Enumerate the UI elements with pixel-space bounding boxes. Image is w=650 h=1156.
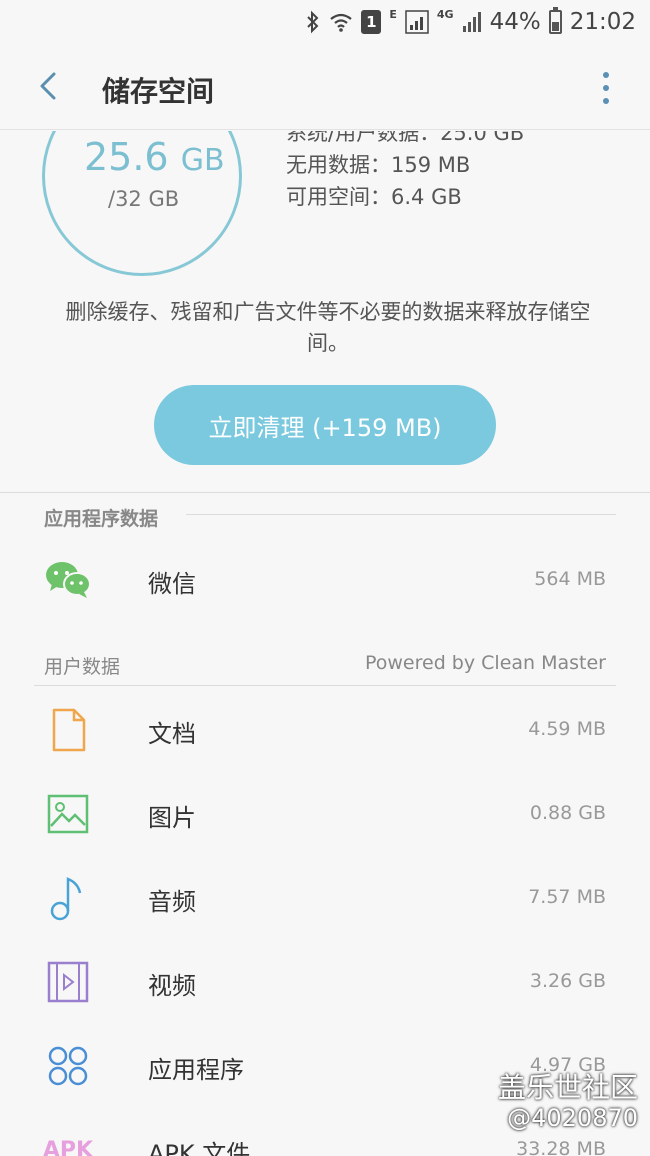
storage-stats: 系统/用户数据：25.0 GB 无用数据：159 MB 可用空间：6.4 GB (286, 131, 524, 213)
wifi-icon (329, 11, 353, 33)
item-name: 图片 (148, 804, 196, 832)
app-data-header: 应用程序数据 (44, 508, 159, 530)
item-name: 视频 (148, 972, 196, 1000)
video-icon (44, 960, 92, 1004)
item-size: 4.59 MB (528, 718, 606, 740)
apps-grid-icon (44, 1044, 92, 1088)
item-size: 3.26 GB (529, 970, 606, 992)
stat-junk: 无用数据：159 MB (286, 153, 471, 177)
music-note-icon (44, 876, 92, 921)
user-data-header: 用户数据 (44, 656, 121, 678)
item-name: 音频 (148, 888, 196, 916)
total-storage: /32 GB (108, 187, 180, 211)
stat-system: 系统/用户数据：25.0 GB (286, 131, 525, 145)
apk-icon: APK (42, 1128, 94, 1156)
list-item[interactable]: 微信 564 MB (0, 538, 650, 622)
network-4g-label: 4G (436, 8, 454, 21)
apk-icon-label: APK (42, 1137, 94, 1156)
item-name: 文档 (148, 720, 196, 748)
signal-icon (405, 10, 429, 34)
used-storage: 25.6 GB (84, 135, 225, 179)
list-item[interactable]: 文档 4.59 MB (0, 688, 650, 772)
divider (34, 685, 616, 686)
clean-now-button[interactable]: 立即清理 (+159 MB) (154, 385, 496, 465)
signal-icon (462, 11, 482, 33)
used-value: 25.6 (84, 135, 169, 179)
list-item[interactable]: 音频 7.57 MB (0, 856, 650, 940)
divider (0, 492, 650, 493)
sim-icon: 1 (361, 10, 382, 34)
clock: 21:02 (569, 9, 636, 35)
document-icon (44, 708, 92, 752)
page-title: 储存空间 (102, 75, 215, 108)
status-bar: 1 E 4G 44% 21:02 (0, 0, 650, 44)
divider (186, 514, 616, 515)
clean-description: 删除缓存、残留和广告文件等不必要的数据来释放存储空间。 (65, 300, 591, 355)
battery-percent: 44% (489, 9, 541, 35)
used-unit: GB (180, 143, 225, 178)
stat-free: 可用空间：6.4 GB (286, 185, 462, 209)
item-name: APK 文件 (148, 1140, 251, 1156)
item-name: 微信 (148, 570, 196, 598)
storage-summary: 25.6 GB /32 GB 系统/用户数据：25.0 GB 无用数据：159 … (0, 131, 650, 491)
app-bar: 储存空间 (0, 44, 650, 130)
battery-icon (548, 7, 562, 34)
list-item[interactable]: 图片 0.88 GB (0, 772, 650, 856)
bluetooth-icon (305, 10, 321, 34)
powered-by-label: Powered by Clean Master (364, 652, 606, 674)
back-arrow-icon[interactable] (32, 68, 68, 104)
image-icon (44, 792, 92, 836)
list-item[interactable]: 视频 3.26 GB (0, 940, 650, 1024)
item-size: 7.57 MB (528, 886, 606, 908)
item-name: 应用程序 (148, 1056, 244, 1084)
wechat-icon (44, 558, 92, 602)
watermark-handle: @4020870 (507, 1104, 638, 1132)
item-size: 33.28 MB (516, 1138, 606, 1156)
watermark-text: 盖乐世社区 (497, 1071, 638, 1104)
more-options-icon[interactable] (602, 72, 610, 104)
item-size: 0.88 GB (529, 802, 606, 824)
item-size: 564 MB (534, 568, 606, 590)
network-e-label: E (389, 8, 397, 21)
